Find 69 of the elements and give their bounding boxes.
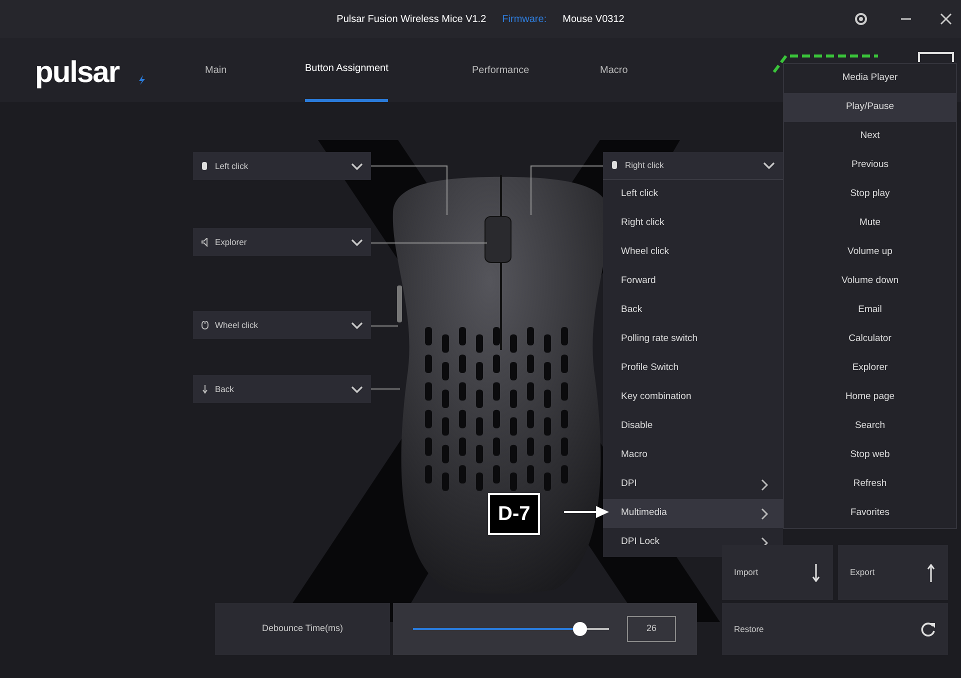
tab[interactable]: Performance xyxy=(472,38,530,102)
submenu-item[interactable]: Search xyxy=(784,412,956,441)
mouse-icon xyxy=(201,320,209,330)
menu-item[interactable]: Back xyxy=(603,296,783,325)
submenu-item[interactable]: Stop play xyxy=(784,180,956,209)
menu-item[interactable]: Key combination xyxy=(603,383,783,412)
chevron-down-icon xyxy=(351,384,363,394)
leader-line xyxy=(370,325,399,327)
submenu-item[interactable]: Mute xyxy=(784,209,956,238)
tab[interactable]: Main xyxy=(205,38,227,102)
submenu-item[interactable]: Email xyxy=(784,296,956,325)
up-arrow-icon xyxy=(926,564,936,582)
chevron-down-icon xyxy=(351,320,363,330)
submenu-item[interactable]: Next xyxy=(784,122,956,151)
action-button[interactable]: Export xyxy=(838,545,948,600)
menu-item[interactable]: DPI xyxy=(603,470,783,499)
button-dropdown[interactable]: Right click xyxy=(603,152,783,180)
chevron-right-icon xyxy=(760,478,769,490)
menu-item[interactable]: Profile Switch xyxy=(603,354,783,383)
debounce-value-field[interactable]: 26 xyxy=(627,616,676,642)
menu-item[interactable]: Forward xyxy=(603,267,783,296)
down-arrow-icon xyxy=(201,384,209,394)
action-button[interactable]: Import xyxy=(722,545,833,600)
menu-item[interactable]: Wheel click xyxy=(603,238,783,267)
chevron-down-icon xyxy=(351,162,363,170)
menu-item[interactable]: Multimedia xyxy=(603,499,783,528)
menu-item[interactable]: Macro xyxy=(603,441,783,470)
settings-icon[interactable] xyxy=(855,13,867,25)
menu-item[interactable]: Left click xyxy=(603,180,783,209)
menu-item[interactable]: Disable xyxy=(603,412,783,441)
down-arrow-icon xyxy=(811,564,821,582)
debounce-label: Debounce Time(ms) xyxy=(215,603,390,655)
button-dropdown[interactable]: Explorer xyxy=(193,228,371,256)
submenu-title: Media Player xyxy=(841,71,899,86)
callout-label: D-7 xyxy=(488,493,540,535)
battery-outline-icon xyxy=(918,52,954,62)
menu-item[interactable]: Polling rate switch xyxy=(603,325,783,354)
submenu-item[interactable]: Home page xyxy=(784,383,956,412)
submenu-item[interactable]: Refresh xyxy=(784,470,956,499)
mouse-button-icon xyxy=(611,161,619,170)
mouse-button-icon xyxy=(201,162,209,170)
submenu-item[interactable]: Volume up xyxy=(784,238,956,267)
chevron-right-icon xyxy=(760,508,769,520)
refresh-icon xyxy=(921,622,936,636)
submenu-item[interactable]: Calculator xyxy=(784,325,956,354)
firmware-version: Mouse V0312 xyxy=(562,12,624,26)
menu-item[interactable]: Right click xyxy=(603,209,783,238)
window-title: Pulsar Fusion Wireless Mice V1.2 xyxy=(336,12,486,26)
logo: pulsar xyxy=(35,55,120,91)
submenu-item[interactable]: Volume down xyxy=(784,267,956,296)
close-icon[interactable] xyxy=(940,13,952,25)
submenu-item[interactable]: Stop web xyxy=(784,441,956,470)
action-button[interactable]: Restore xyxy=(722,603,948,655)
speaker-icon xyxy=(201,238,209,246)
callout-arrow xyxy=(564,505,610,519)
submenu-item[interactable]: Explorer xyxy=(784,354,956,383)
submenu-item[interactable]: Play/Pause xyxy=(784,93,956,122)
button-dropdown[interactable]: Left click xyxy=(193,152,371,180)
leader-line xyxy=(370,388,401,390)
tab[interactable]: Macro xyxy=(600,38,628,102)
bolt-icon xyxy=(138,75,146,85)
button-dropdown[interactable]: Back xyxy=(193,375,371,403)
submenu-item[interactable]: Previous xyxy=(784,151,956,180)
tab[interactable]: Button Assignment xyxy=(305,38,388,102)
submenu-item[interactable]: Favorites xyxy=(784,499,956,528)
button-dropdown[interactable]: Wheel click xyxy=(193,311,371,339)
chevron-down-icon xyxy=(351,238,363,246)
chevron-down-icon xyxy=(763,161,775,170)
firmware-label: Firmware: xyxy=(502,12,547,26)
